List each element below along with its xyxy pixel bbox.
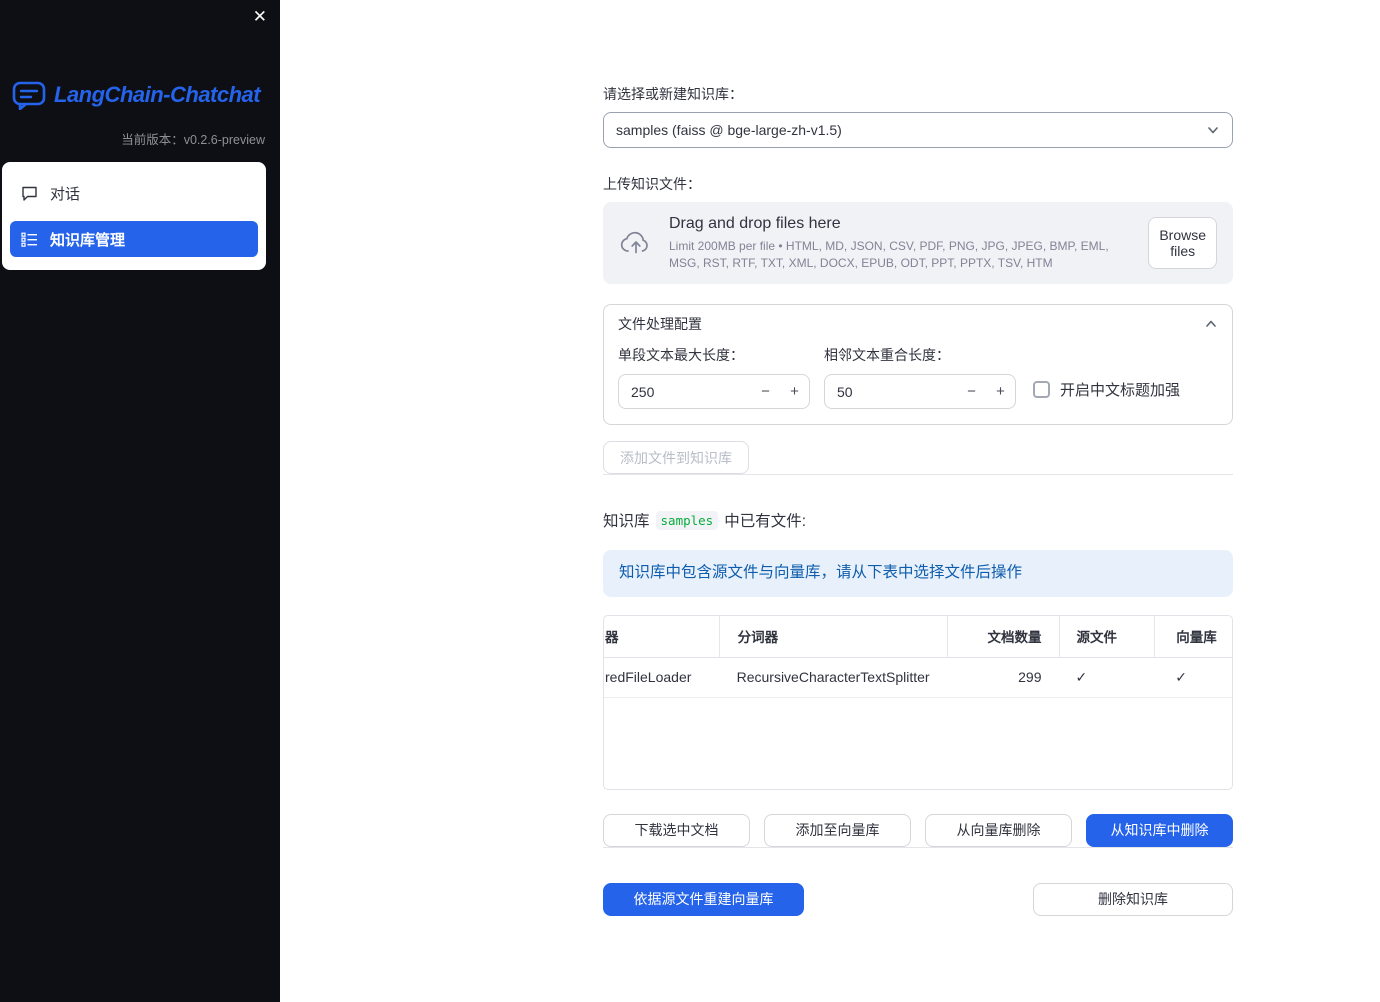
existing-files-suffix: 中已有文件: xyxy=(724,513,807,530)
column-header-loader[interactable]: 器 xyxy=(604,616,719,657)
file-config-expander: 文件处理配置 单段文本最大长度： 250 − + 相邻文本重合长度： 50 − … xyxy=(603,304,1233,425)
rebuild-vector-store-button[interactable]: 依据源文件重建向量库 xyxy=(603,882,804,916)
dropzone-title: Drag and drop files here xyxy=(669,214,841,232)
sidebar-item-label: 知识库管理 xyxy=(50,231,126,249)
cell-doc-count: 299 xyxy=(1018,669,1042,686)
main-area: 请选择或新建知识库： samples (faiss @ bge-large-zh… xyxy=(280,0,1380,1002)
chevron-down-icon xyxy=(1206,123,1220,137)
column-header-splitter[interactable]: 分词器 xyxy=(718,615,947,657)
version-label: 当前版本：v0.2.6-preview xyxy=(121,133,265,147)
chat-bubble-icon xyxy=(21,185,38,202)
delete-from-kb-button[interactable]: 从知识库中删除 xyxy=(1086,813,1233,847)
chunk-size-label: 单段文本最大长度： xyxy=(618,347,744,363)
delete-kb-button[interactable]: 删除知识库 xyxy=(1033,882,1233,916)
overlap-label: 相邻文本重合长度： xyxy=(824,347,950,363)
chunk-size-decrement-button[interactable]: − xyxy=(751,375,780,408)
app-root: ✕ LangChain-Chatchat 当前版本：v0.2.6-preview xyxy=(0,0,1380,1002)
kb-select-label: 请选择或新建知识库： xyxy=(603,86,743,102)
upload-label: 上传知识文件： xyxy=(603,176,701,192)
browse-files-button[interactable]: Browse files xyxy=(1148,217,1217,269)
kb-select-value: samples (faiss @ bge-large-zh-v1.5) xyxy=(616,122,842,138)
kb-management-actions: 依据源文件重建向量库 删除知识库 xyxy=(603,882,1233,916)
zh-title-checkbox-row: 开启中文标题加强 xyxy=(1033,379,1180,400)
cloud-upload-icon xyxy=(619,229,653,257)
kb-select[interactable]: samples (faiss @ bge-large-zh-v1.5) xyxy=(603,112,1233,148)
expander-body: 单段文本最大长度： 250 − + 相邻文本重合长度： 50 − + 开启中文标… xyxy=(604,343,1232,424)
sidebar-close-icon[interactable]: ✕ xyxy=(253,7,267,27)
sidebar-item-knowledge-base[interactable]: 知识库管理 xyxy=(10,221,258,257)
table-header-row: 器 分词器 文档数量 源文件 向量库 xyxy=(604,615,1232,658)
chunk-size-group: 单段文本最大长度： 250 − + xyxy=(618,345,810,409)
file-dropzone[interactable]: Drag and drop files here Limit 200MB per… xyxy=(603,202,1233,284)
add-to-vector-store-button[interactable]: 添加至向量库 xyxy=(764,813,911,847)
list-icon xyxy=(21,231,38,248)
app-logo: LangChain-Chatchat xyxy=(0,80,280,110)
existing-files-heading: 知识库 samples 中已有文件: xyxy=(603,509,1233,531)
overlap-decrement-button[interactable]: − xyxy=(957,375,986,408)
zh-title-checkbox-label: 开启中文标题加强 xyxy=(1060,382,1181,399)
chevron-up-icon xyxy=(1204,317,1218,331)
logo-chat-icon xyxy=(12,80,46,110)
add-files-to-kb-button[interactable]: 添加文件到知识库 xyxy=(603,441,749,474)
zh-title-checkbox[interactable] xyxy=(1033,381,1050,398)
chunk-size-input[interactable]: 250 − + xyxy=(618,374,810,409)
cell-loader: redFileLoader xyxy=(605,669,692,686)
divider xyxy=(603,846,1233,848)
cell-splitter: RecursiveCharacterTextSplitter xyxy=(736,669,930,686)
chunk-size-increment-button[interactable]: + xyxy=(780,375,809,408)
expander-header[interactable]: 文件处理配置 xyxy=(604,305,1232,343)
expander-title: 文件处理配置 xyxy=(618,316,702,332)
logo-text: LangChain-Chatchat xyxy=(54,82,261,107)
kb-name-code: samples xyxy=(655,510,719,530)
content-column: 请选择或新建知识库： samples (faiss @ bge-large-zh… xyxy=(603,0,1233,916)
cell-source-file-check: ✓ xyxy=(1075,668,1088,685)
overlap-value: 50 xyxy=(837,383,853,400)
dropzone-limits: Limit 200MB per file • HTML, MD, JSON, C… xyxy=(669,238,1109,270)
column-header-source-file[interactable]: 源文件 xyxy=(1059,615,1154,657)
overlap-input[interactable]: 50 − + xyxy=(824,374,1016,409)
download-selected-button[interactable]: 下载选中文档 xyxy=(603,813,750,847)
sidebar-menu: 对话 知识库管理 xyxy=(2,162,266,270)
delete-from-vector-store-button[interactable]: 从向量库删除 xyxy=(925,813,1072,847)
sidebar-item-dialogue[interactable]: 对话 xyxy=(10,175,258,211)
table-row[interactable]: redFileLoader RecursiveCharacterTextSpli… xyxy=(604,658,1232,698)
existing-files-prefix: 知识库 xyxy=(603,513,650,530)
overlap-group: 相邻文本重合长度： 50 − + xyxy=(824,345,1016,409)
sidebar: ✕ LangChain-Chatchat 当前版本：v0.2.6-preview xyxy=(0,0,280,1002)
chunk-size-value: 250 xyxy=(631,383,655,400)
info-banner: 知识库中包含源文件与向量库，请从下表中选择文件后操作 xyxy=(603,550,1233,597)
cell-vector-store-check: ✓ xyxy=(1175,668,1187,685)
divider xyxy=(603,474,1233,475)
uploader-texts: Drag and drop files here Limit 200MB per… xyxy=(669,215,1132,271)
column-header-doc-count[interactable]: 文档数量 xyxy=(946,615,1060,657)
table-actions: 下载选中文档 添加至向量库 从向量库删除 从知识库中删除 xyxy=(603,813,1233,847)
sidebar-item-label: 对话 xyxy=(50,185,81,203)
files-table: 器 分词器 文档数量 源文件 向量库 redFileLoader Recursi… xyxy=(603,614,1233,790)
column-header-vector-store[interactable]: 向量库 xyxy=(1154,615,1232,657)
overlap-increment-button[interactable]: + xyxy=(986,375,1015,408)
